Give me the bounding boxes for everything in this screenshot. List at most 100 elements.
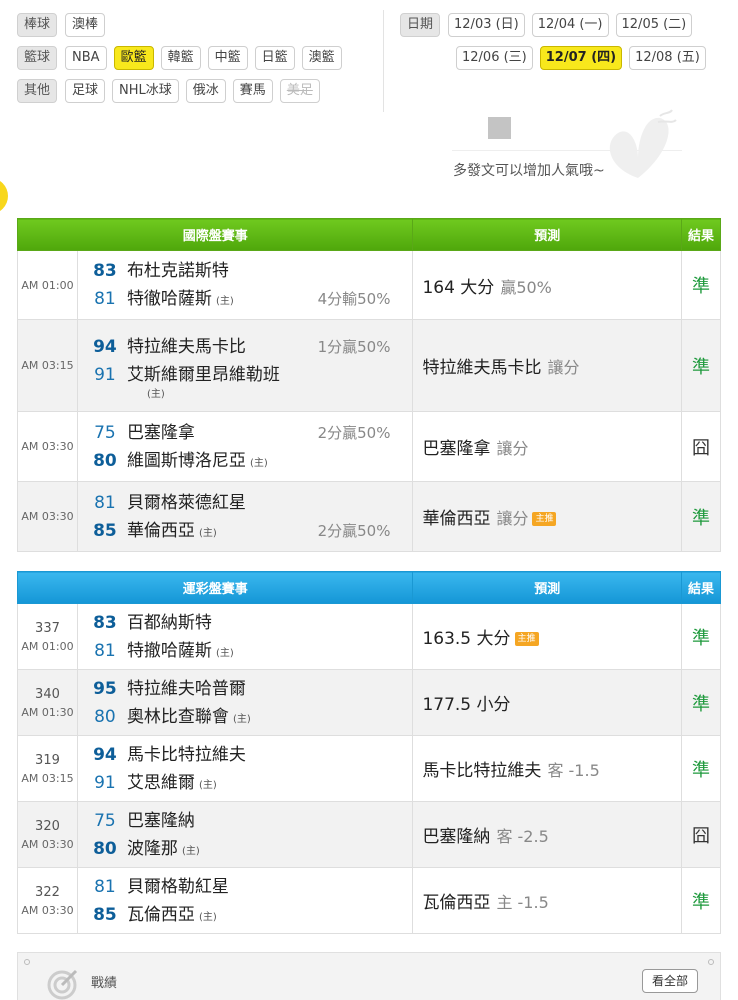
filter-row: 其他 足球 NHL冰球 俄冰 賽馬 美足 xyxy=(17,78,367,103)
record-label: 戰績 xyxy=(91,976,118,991)
header-prediction: 預測 xyxy=(412,571,683,604)
filter-chip[interactable]: 歐籃 xyxy=(113,45,154,70)
date-chip[interactable]: 12/05 (二) xyxy=(615,12,693,37)
team-score: 75 xyxy=(94,422,116,443)
target-icon xyxy=(47,969,78,1000)
result-mark: 準 xyxy=(692,891,710,913)
date-chip[interactable]: 12/08 (五) xyxy=(629,45,706,70)
team-name[interactable]: 維圖斯博洛尼亞 xyxy=(127,447,246,475)
team-name[interactable]: 奧林比查聯會 xyxy=(127,703,229,731)
filter-chip[interactable]: 足球 xyxy=(65,78,106,103)
match-cell: 94 馬卡比特拉維夫 91 艾思維爾 (主) xyxy=(76,735,414,802)
filter-chip[interactable]: 中籃 xyxy=(207,45,248,70)
team-score: 81 xyxy=(94,640,116,661)
result-mark: 準 xyxy=(692,759,710,781)
team-score: 95 xyxy=(93,678,117,699)
view-all-button[interactable]: 看全部 xyxy=(641,969,698,993)
game-number: 319 xyxy=(35,752,60,768)
team-name[interactable]: 貝爾格萊德紅星 xyxy=(127,489,246,517)
date-chip[interactable]: 12/04 (一) xyxy=(531,12,609,37)
filter-chip[interactable]: 賽馬 xyxy=(232,78,273,103)
match-time-cell: 322 AM 03:30 xyxy=(17,867,78,934)
date-row-2: 12/06 (三) 12/07 (四) 12/08 (五) xyxy=(400,45,720,70)
filter-category: 棒球 xyxy=(17,12,58,37)
handicap-result: 2分贏50% xyxy=(317,423,391,442)
team-name[interactable]: 巴塞隆納 xyxy=(127,807,195,835)
prediction-note: 讓分 xyxy=(547,358,580,377)
filter-chip[interactable]: 澳籃 xyxy=(301,45,342,70)
prediction-text: 巴塞隆拿 xyxy=(422,439,491,459)
match-time-cell: 320 AM 03:30 xyxy=(17,801,78,868)
match-time: AM 01:00 xyxy=(17,250,78,320)
result-cell: 準 xyxy=(681,669,721,736)
match-time-cell: 337 AM 01:00 xyxy=(17,603,78,670)
team-score: 81 xyxy=(94,289,116,309)
filter-chip[interactable]: NBA xyxy=(65,45,107,70)
prediction-text: 華倫西亞 xyxy=(422,509,491,529)
team-name[interactable]: 特徹哈薩斯 xyxy=(127,285,212,313)
team-name[interactable]: 華倫西亞 xyxy=(127,517,195,545)
lottery-match-table: 運彩盤賽事 預測 結果 337 AM 01:00 83 百都納斯特 81 特撤哈薩斯 (主)… xyxy=(16,571,721,934)
header-game: 運彩盤賽事 xyxy=(16,571,414,604)
game-number: 322 xyxy=(35,884,60,900)
result-mark: 準 xyxy=(692,627,710,649)
date-chip[interactable]: 12/06 (三) xyxy=(456,45,533,70)
team-score: 85 xyxy=(93,520,117,541)
filter-chip[interactable]: NHL冰球 xyxy=(112,78,179,103)
team-score: 81 xyxy=(94,492,116,513)
filter-chip[interactable]: 韓籃 xyxy=(160,45,201,70)
team-name[interactable]: 巴塞隆拿 xyxy=(127,419,195,447)
team-score: 83 xyxy=(93,261,117,281)
date-label: 日期 xyxy=(400,12,441,37)
filter-chip[interactable]: 日籃 xyxy=(254,45,295,70)
prediction-cell: 177.5 小分 xyxy=(412,669,683,736)
match-cell: 81 貝爾格勒紅星 85 瓦倫西亞 (主) xyxy=(76,867,414,934)
handicap-result: 4分輸50% xyxy=(317,290,391,308)
prediction-cell: 馬卡比特拉維夫客 -1.5 xyxy=(412,735,683,802)
date-chip[interactable]: 12/03 (日) xyxy=(448,12,525,37)
team-name[interactable]: 特撤哈薩斯 xyxy=(127,637,212,665)
team-name[interactable]: 特拉維夫馬卡比 xyxy=(127,333,246,361)
result-cell: 囧 xyxy=(681,411,721,482)
team-name[interactable]: 馬卡比特拉維夫 xyxy=(127,741,246,769)
match-time: AM 03:15 xyxy=(17,319,78,412)
result-cell: 囧 xyxy=(681,801,721,868)
home-marker: (主) xyxy=(198,779,217,791)
team-name[interactable]: 布杜克諾斯特 xyxy=(127,257,229,285)
prediction-note: 讓分 xyxy=(496,439,529,458)
handicap-result: 2分贏50% xyxy=(317,521,391,540)
team-name[interactable]: 瓦倫西亞 xyxy=(127,901,195,929)
result-cell: 準 xyxy=(681,319,721,412)
home-marker: (主) xyxy=(249,457,268,469)
team-name[interactable]: 特拉維夫哈普爾 xyxy=(127,675,246,703)
date-chip[interactable]: 12/07 (四) xyxy=(539,45,623,70)
table-row: AM 03:15 94 特拉維夫馬卡比 1分贏50% 91 艾斯維爾里昂維勒班 (主) 特拉維… xyxy=(17,319,721,412)
match-time: AM 03:30 xyxy=(17,411,78,482)
prediction-text: 163.5 大分 xyxy=(422,629,511,649)
prediction-text: 177.5 小分 xyxy=(422,695,511,715)
home-marker: (主) xyxy=(215,647,234,659)
filter-chip[interactable]: 澳棒 xyxy=(65,12,106,37)
prediction-text: 特拉維夫馬卡比 xyxy=(422,358,542,378)
match-cell: 75 巴塞隆納 80 波隆那 (主) xyxy=(76,801,414,868)
team-name[interactable]: 百都納斯特 xyxy=(127,609,212,637)
table-row: AM 03:30 81 貝爾格萊德紅星 85 華倫西亞 (主) 2分贏50% 華倫西亞 讓分 主推… xyxy=(17,481,721,552)
filter-chip[interactable]: 俄冰 xyxy=(185,78,226,103)
match-time: AM 01:00 xyxy=(21,639,74,653)
prediction-note: 贏50% xyxy=(500,277,552,297)
avatar[interactable] xyxy=(488,117,511,139)
prediction-cell: 華倫西亞 讓分 主推 xyxy=(412,481,683,552)
team-name[interactable]: 波隆那 xyxy=(127,835,178,863)
date-row-1: 日期 12/03 (日) 12/04 (一) 12/05 (二) xyxy=(400,12,720,37)
team-line: 81 特徹哈薩斯 (主) 4分輸50% xyxy=(88,285,413,313)
prediction-note: 客 -2.5 xyxy=(496,827,549,846)
home-marker: (主) xyxy=(198,527,217,539)
team-line: 75 巴塞隆納 xyxy=(88,807,413,835)
team-name[interactable]: 貝爾格勒紅星 xyxy=(127,873,229,901)
team-line: 81 特撤哈薩斯 (主) xyxy=(88,637,413,665)
side-tab[interactable] xyxy=(0,178,8,214)
filter-chip: 美足 xyxy=(279,78,320,103)
team-name[interactable]: 艾思維爾 xyxy=(127,769,195,797)
match-cell: 83 布杜克諾斯特 81 特徹哈薩斯 (主) 4分輸50% xyxy=(76,250,414,320)
handicap-result: 1分贏50% xyxy=(317,337,391,356)
